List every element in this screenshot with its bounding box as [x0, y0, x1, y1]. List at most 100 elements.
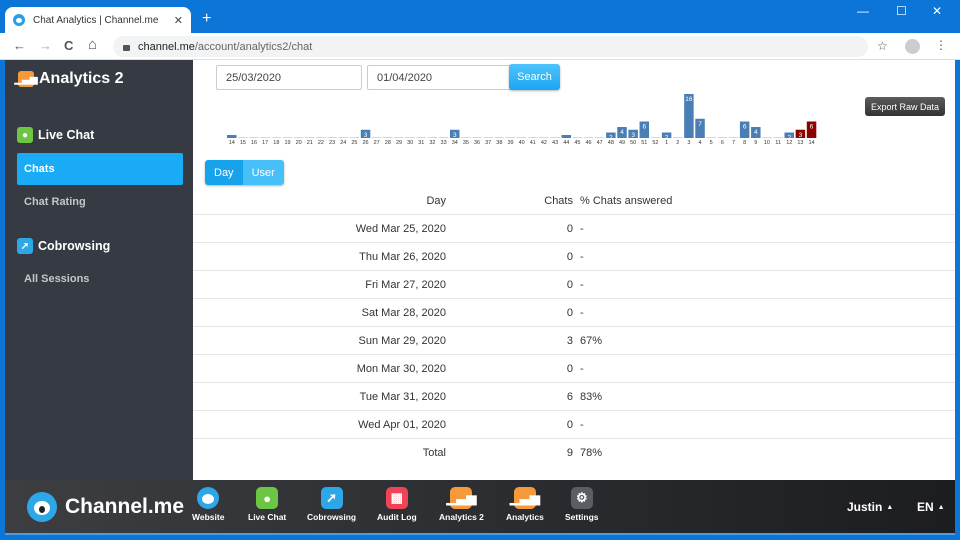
main-panel: Search Export Raw Data 14151617181920212… — [193, 60, 955, 480]
lock-icon — [123, 44, 130, 51]
chart-x-tick-label: 10 — [764, 140, 770, 146]
chart-baseline — [650, 137, 661, 138]
header-day[interactable]: Day — [193, 195, 446, 207]
start-date-input[interactable] — [216, 65, 362, 90]
chart-x-tick-label: 11 — [775, 140, 781, 146]
window-close-button[interactable]: ✕ — [932, 4, 942, 18]
sidebar-item-chat-rating[interactable]: Chat Rating — [17, 186, 183, 218]
dock-live-chat[interactable]: ● Live Chat — [248, 487, 286, 522]
maximize-button[interactable]: ☐ — [896, 4, 907, 18]
sidebar-item-label: All Sessions — [24, 273, 90, 285]
cursor-icon: ➚ — [320, 487, 343, 509]
chart-baseline — [483, 137, 493, 138]
chart-baseline — [528, 137, 538, 138]
close-tab-icon[interactable]: ✕ — [174, 14, 183, 27]
sidebar: ▁▃▅ Analytics 2 ● Live Chat Chats Chat R… — [5, 60, 193, 480]
chart-x-tick-label: 39 — [507, 140, 513, 146]
profile-avatar-icon[interactable] — [905, 39, 920, 54]
table-header: Day Chats % Chats answered — [193, 187, 955, 215]
bookmark-star-icon[interactable]: ☆ — [877, 39, 888, 53]
table-row: Fri Mar 27, 2020 0- — [193, 271, 955, 299]
dock-audit-log[interactable]: ▦ Audit Log — [377, 487, 417, 522]
chart-icon: ▁▃▅ — [510, 487, 540, 509]
chart-x-tick-label: 41 — [530, 140, 536, 146]
chart-baseline — [305, 137, 315, 138]
url-input[interactable]: channel.me /account/analytics2/chat — [113, 36, 868, 57]
dock-cobrowsing[interactable]: ➚ Cobrowsing — [307, 487, 356, 522]
chart-x-tick-label: 43 — [552, 140, 558, 146]
cursor-icon: ➚ — [17, 238, 33, 254]
chart-x-tick-label: 12 — [786, 140, 792, 146]
chart-x-tick-label: 16 — [251, 140, 257, 146]
language-menu[interactable]: EN ▲ — [917, 500, 945, 514]
header-chats[interactable]: Chats — [446, 195, 573, 207]
chart-data-label: 3 — [799, 132, 803, 139]
chart-x-tick-label: 17 — [262, 140, 268, 146]
row-chats: 0 — [566, 222, 573, 235]
chart-baseline — [371, 137, 382, 138]
end-date-input[interactable] — [367, 65, 513, 90]
chart-x-tick-label: 28 — [385, 140, 391, 146]
browser-menu-icon[interactable]: ⋮ — [935, 38, 947, 52]
dock-settings[interactable]: ⚙ Settings — [565, 487, 599, 522]
chart-baseline — [583, 137, 594, 138]
chart-x-tick-label: 35 — [463, 140, 469, 146]
table-row: Sat Mar 28, 2020 0- — [193, 299, 955, 327]
chart-baseline — [260, 137, 270, 138]
chart-data-label: 6 — [810, 124, 814, 131]
chart-x-tick-label: 7 — [732, 140, 735, 146]
user-menu[interactable]: Justin ▲ — [847, 500, 893, 514]
row-day: Wed Apr 01, 2020 — [358, 418, 446, 431]
row-day: Sat Mar 28, 2020 — [361, 306, 446, 319]
caret-up-icon: ▲ — [937, 504, 945, 512]
row-day: Fri Mar 27, 2020 — [365, 278, 446, 291]
row-pct-answered: 83% — [580, 390, 603, 403]
forward-icon[interactable]: → — [39, 38, 52, 53]
total-label: Total — [422, 447, 446, 459]
chart-bar[interactable] — [561, 135, 572, 138]
chart-baseline — [293, 137, 304, 138]
dock-label: Live Chat — [248, 512, 287, 522]
chart-baseline — [416, 137, 427, 138]
chart-x-tick-label: 24 — [340, 140, 346, 146]
chart-baseline — [706, 137, 716, 138]
home-icon[interactable]: ⌂ — [88, 36, 97, 53]
bottom-dock: Channel.me Website ● Live Chat ➚ Cobrows… — [5, 480, 955, 535]
row-day: Thu Mar 26, 2020 — [359, 250, 446, 263]
chart-baseline — [728, 137, 739, 138]
chart-x-tick-label: 45 — [574, 140, 580, 146]
chart-x-tick-label: 22 — [318, 140, 324, 146]
sidebar-item-all-sessions[interactable]: All Sessions — [17, 263, 183, 295]
calendar-clock-icon: ▦ — [385, 487, 408, 509]
chart-baseline — [505, 137, 516, 138]
chart-baseline — [539, 137, 549, 138]
chart-x-tick-label: 38 — [496, 140, 502, 146]
chart-x-tick-label: 29 — [396, 140, 402, 146]
channel-me-logo[interactable]: Channel.me — [27, 492, 184, 522]
header-pct-answered[interactable]: % Chats answered — [573, 195, 672, 207]
weekly-chats-bar-chart: 14 15 16 17 18 19 20 21 22 23 24 25326 27 28 29 30 31 32 3… — [227, 94, 817, 146]
chart-x-tick-label: 31 — [418, 140, 424, 146]
toggle-user-button[interactable]: User — [242, 160, 284, 185]
sidebar-item-chats[interactable]: Chats — [17, 153, 183, 185]
search-button[interactable]: Search — [509, 64, 560, 90]
new-tab-button[interactable]: + — [202, 10, 211, 28]
chart-x-tick-label: 25 — [351, 140, 357, 146]
table-total-row: Total 9 78% — [193, 439, 955, 467]
chart-baseline — [572, 137, 583, 138]
dock-website[interactable]: Website — [192, 487, 224, 522]
chart-baseline — [316, 137, 326, 138]
browser-tab[interactable]: Chat Analytics | Channel.me ✕ — [5, 7, 191, 33]
reload-icon[interactable]: C — [64, 38, 73, 53]
chart-x-tick-label: 44 — [563, 140, 569, 146]
minimize-button[interactable]: — — [857, 4, 869, 18]
toggle-day-button[interactable]: Day — [205, 160, 243, 185]
url-path: /account/analytics2/chat — [194, 40, 313, 53]
dock-analytics[interactable]: ▁▃▅ Analytics — [506, 487, 544, 522]
export-raw-data-button[interactable]: Export Raw Data — [865, 97, 945, 116]
chart-x-tick-label: 23 — [329, 140, 335, 146]
dock-analytics-2[interactable]: ▁▃▅ Analytics 2 — [439, 487, 484, 522]
back-icon[interactable]: ← — [13, 38, 26, 53]
chart-bar[interactable] — [227, 135, 237, 138]
chart-x-tick-label: 48 — [608, 140, 614, 146]
